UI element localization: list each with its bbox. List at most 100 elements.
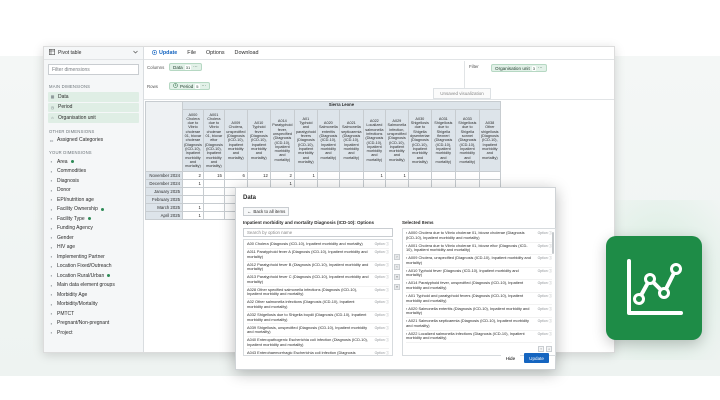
list-item[interactable]: ▪ A022 Localized salmonella infections (… [406,331,552,344]
your-dimension-item[interactable]: ▪ EPI/nutrition age [44,195,143,205]
list-item[interactable]: ▪ A014 Paratyphoid fever, unspecified (D… [406,280,552,293]
select-all-icon[interactable]: » [394,274,400,280]
list-item[interactable]: ▪ A020 Salmonella enteritis (Diagnosis (… [406,305,552,318]
deselect-all-icon[interactable]: « [394,284,400,290]
list-item[interactable]: A012 Paratyphoid fever B (Diagnosis (ICD… [247,262,389,275]
option-tag: Option ⓘ [375,275,389,280]
info-icon[interactable]: ⓘ [386,351,389,355]
column-header: A020 Salmonella enteritis (Diagnosis (IC… [316,109,340,172]
your-dimension-item[interactable]: ▪ Facility Type [44,214,143,224]
move-down-icon[interactable]: ↓ [546,346,552,352]
info-icon[interactable]: ⓘ [549,332,552,337]
more-icon[interactable]: ⋯ [538,65,543,71]
layout-area: Columns Data 31 ⋯ Rows Period 5 ⋯ Filter… [144,60,614,100]
file-menu[interactable]: File [187,50,196,56]
more-icon[interactable]: ⋯ [193,64,198,70]
more-icon[interactable]: ⋯ [202,83,207,89]
main-dimensions-title: MAIN DIMENSIONS [49,84,91,89]
select-arrow-icon[interactable]: › [394,254,400,260]
list-item[interactable]: A011 Paratyphoid fever A (Diagnosis (ICD… [247,249,389,262]
list-item[interactable]: A040 Enteropathogenic Escherichia coli i… [247,337,389,350]
list-item[interactable]: A043 Enterohaemorrhagic Escherichia coli… [247,349,389,355]
list-item[interactable]: A032 Shigellosis due to Shigella boydii … [247,312,389,325]
your-dimension-item[interactable]: ▪ Location Rural/Urban [44,271,143,281]
info-icon[interactable]: ⓘ [386,242,389,247]
your-dimension-item[interactable]: ▪ Gender [44,233,143,243]
active-filter-dot-icon [100,207,104,211]
hide-button[interactable]: Hide [500,353,521,363]
item-text: A021 Salmonella septicaemia (Diagnosis (… [406,318,529,328]
info-icon[interactable]: ⓘ [386,313,389,318]
main-dimension-item[interactable]: ⌂ Organisation unit [48,113,139,123]
list-item[interactable]: ▪ A001 Cholera due to Vibrio cholerae 01… [406,243,552,256]
list-item[interactable]: ▪ A010 Typhoid fever (Diagnosis (ICD-10)… [406,268,552,281]
info-icon[interactable]: ⓘ [549,256,552,261]
modal-footer: Hide Update [500,353,549,363]
option-tag: Option ⓘ [375,326,389,331]
dimensions-sidebar: Pivot table Filter dimensions MAIN DIMEN… [44,47,144,352]
option-tag-label: Option [374,338,385,343]
option-tag: Option ⓘ [375,242,389,247]
option-tag-label: Option [374,300,385,305]
download-menu[interactable]: Download [235,50,259,56]
move-up-icon[interactable]: ↑ [538,346,544,352]
list-item[interactable]: A039 Shigellosis, unspecified (Diagnosis… [247,324,389,337]
your-dimension-item[interactable]: ▪ Diagnosis [44,176,143,186]
your-dimension-item[interactable]: ▪ Pregnant/Non-pregnant [44,319,143,329]
your-dimension-item[interactable]: ▪ Main data element groups [44,281,143,291]
update-menu-button[interactable]: Update [151,49,177,57]
info-icon[interactable]: ⓘ [549,307,552,312]
list-item[interactable]: ▪ A009 Cholera, unspecified (Diagnosis (… [406,255,552,268]
main-dimension-item[interactable]: ▦ Data [48,92,139,102]
list-item[interactable]: A013 Paratyphoid fever C (Diagnosis (ICD… [247,274,389,287]
list-item[interactable]: A00 Cholera (Diagnosis (ICD-10), Inpatie… [247,241,389,249]
option-search-input[interactable]: Search by option name [243,228,393,237]
your-dimension-item[interactable]: ▪ Implementing Partner [44,252,143,262]
list-item[interactable]: ▪ A01 Typhoid and paratyphoid fevers (Di… [406,293,552,306]
your-dimension-item[interactable]: ▪ Commodities [44,167,143,177]
columns-data-chip[interactable]: Data 31 ⋯ [169,63,202,71]
info-icon[interactable]: ⓘ [386,250,389,255]
info-icon[interactable]: ⓘ [386,338,389,343]
list-item[interactable]: A02 Other salmonella infections (Diagnos… [247,299,389,312]
info-icon[interactable]: ⓘ [386,263,389,268]
your-dimension-item[interactable]: ▪ Donor [44,186,143,196]
main-dimension-item[interactable]: ◷ Period [48,102,139,112]
dimension-label: Funding Agency [57,225,93,232]
back-button-label: Back to all items [253,209,286,214]
info-icon[interactable]: ⓘ [386,288,389,293]
filter-orgunit-chip[interactable]: Organisation unit 3 ⋯ [491,64,547,72]
filter-dimensions-input[interactable]: Filter dimensions [48,64,139,75]
your-dimension-item[interactable]: ▪ Area [44,157,143,167]
your-dimension-item[interactable]: ▪ Morbidity/Mortality [44,300,143,310]
other-dimension-item[interactable]: ▭ Assigned Categories [44,136,143,146]
selected-scrollbar[interactable] [552,232,554,254]
item-label: ▪ A000 Cholera due to Vibrio cholerae 01… [406,230,534,240]
your-dimension-item[interactable]: ▪ Location Fixed/Outreach [44,262,143,272]
info-icon[interactable]: ⓘ [386,300,389,305]
rows-period-chip[interactable]: Period 5 ⋯ [169,82,211,90]
list-item[interactable]: A028 Other specified salmonella infectio… [247,287,389,300]
visualization-type-selector[interactable]: Pivot table [44,47,143,60]
list-item[interactable]: ▪ A000 Cholera due to Vibrio cholerae 01… [406,230,552,243]
item-label: A032 Shigellosis due to Shigella boydii … [247,312,369,322]
info-icon[interactable]: ⓘ [549,319,552,324]
your-dimension-item[interactable]: ▪ Facility Ownership [44,205,143,215]
options-menu[interactable]: Options [206,50,225,56]
your-dimension-item[interactable]: ▪ Morbidity Age [44,290,143,300]
info-icon[interactable]: ⓘ [386,275,389,280]
option-tag: Option ⓘ [538,332,552,337]
back-to-all-items-button[interactable]: ← Back to all items [243,207,290,216]
your-dimension-item[interactable]: ▪ Funding Agency [44,224,143,234]
info-icon[interactable]: ⓘ [386,326,389,331]
update-button[interactable]: Update [524,353,549,363]
table-cell: 1 [293,171,318,180]
your-dimension-item[interactable]: ▪ Project [44,328,143,338]
deselect-arrow-icon[interactable]: ‹ [394,264,400,270]
your-dimension-item[interactable]: ▪ HIV age [44,243,143,253]
info-icon[interactable]: ⓘ [549,294,552,299]
info-icon[interactable]: ⓘ [549,269,552,274]
your-dimension-item[interactable]: ▪ PMTCT [44,309,143,319]
list-item[interactable]: ▪ A021 Salmonella septicaemia (Diagnosis… [406,318,552,331]
info-icon[interactable]: ⓘ [549,281,552,286]
